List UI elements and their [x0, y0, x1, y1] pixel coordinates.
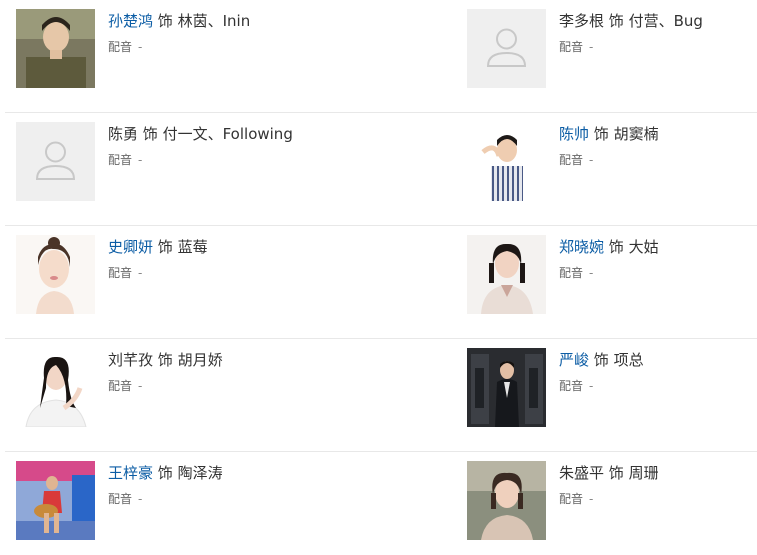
- role-name: 周珊: [628, 464, 659, 482]
- voice-actor-value: -: [589, 153, 594, 167]
- avatar-placeholder-icon: [467, 9, 546, 88]
- role-connector: 饰: [157, 464, 173, 482]
- actor-photo[interactable]: [16, 9, 95, 88]
- actor-role-line: 陈帅 饰 胡窦楠: [559, 124, 659, 144]
- voice-actor-value: -: [138, 379, 143, 393]
- voice-actor-label: 配音: [559, 40, 584, 54]
- voice-actor-line: 配音 -: [108, 265, 142, 281]
- actor-role-line: 孙楚鸿 饰 林茵、Inin: [108, 11, 250, 31]
- actor-name-link[interactable]: 孙楚鸿: [108, 12, 153, 30]
- cast-row: 王梓豪 饰 陶泽涛 配音 - 朱盛平 饰 周珊 配音 -: [0, 452, 757, 555]
- voice-actor-label: 配音: [108, 153, 133, 167]
- role-connector: 饰: [608, 464, 624, 482]
- voice-actor-line: 配音 -: [108, 39, 142, 55]
- role-name: 陶泽涛: [177, 464, 223, 482]
- cast-item: 陈帅 饰 胡窦楠 配音 -: [467, 122, 757, 202]
- actor-name: 李多根: [559, 12, 605, 30]
- voice-actor-line: 配音 -: [559, 378, 593, 394]
- actor-name-link[interactable]: 王梓豪: [108, 464, 153, 482]
- voice-actor-line: 配音 -: [559, 39, 593, 55]
- cast-row: 孙楚鸿 饰 林茵、Inin 配音 - 李多根 饰 付营、Bug 配音 -: [0, 0, 757, 113]
- cast-row: 刘芊孜 饰 胡月娇 配音 - 严峻 饰 项总 配音 -: [0, 339, 757, 452]
- voice-actor-label: 配音: [559, 379, 584, 393]
- role-connector: 饰: [142, 125, 158, 143]
- role-name: 大姑: [628, 238, 659, 256]
- role-name: 项总: [613, 351, 644, 369]
- actor-role-line: 陈勇 饰 付一文、Following: [108, 124, 293, 144]
- voice-actor-label: 配音: [108, 379, 133, 393]
- actor-role-line: 郑晓婉 饰 大姑: [559, 237, 659, 257]
- avatar-placeholder-icon: [16, 122, 95, 201]
- cast-item: 严峻 饰 项总 配音 -: [467, 348, 757, 428]
- voice-actor-value: -: [138, 40, 143, 54]
- actor-name: 陈勇: [108, 125, 139, 143]
- cast-item: 史卿妍 饰 蓝莓 配音 -: [16, 235, 316, 315]
- voice-actor-value: -: [589, 379, 594, 393]
- actor-role-line: 李多根 饰 付营、Bug: [559, 11, 703, 31]
- actor-photo[interactable]: [16, 348, 95, 427]
- actor-role-line: 王梓豪 饰 陶泽涛: [108, 463, 223, 483]
- actor-role-line: 朱盛平 饰 周珊: [559, 463, 659, 483]
- cast-item: 郑晓婉 饰 大姑 配音 -: [467, 235, 757, 315]
- actor-name-link[interactable]: 史卿妍: [108, 238, 153, 256]
- actor-role-line: 严峻 饰 项总: [559, 350, 644, 370]
- cast-item: 王梓豪 饰 陶泽涛 配音 -: [16, 461, 316, 541]
- role-name: 蓝莓: [177, 238, 208, 256]
- role-connector: 饰: [593, 351, 609, 369]
- voice-actor-value: -: [138, 492, 143, 506]
- actor-name: 朱盛平: [559, 464, 605, 482]
- role-connector: 饰: [608, 238, 624, 256]
- role-name: 胡月娇: [177, 351, 223, 369]
- role-connector: 饰: [593, 125, 609, 143]
- voice-actor-line: 配音 -: [559, 491, 593, 507]
- actor-name: 刘芊孜: [108, 351, 154, 369]
- role-connector: 饰: [157, 12, 173, 30]
- actor-name-link[interactable]: 陈帅: [559, 125, 589, 143]
- role-connector: 饰: [608, 12, 624, 30]
- cast-list: 孙楚鸿 饰 林茵、Inin 配音 - 李多根 饰 付营、Bug 配音 - 陈勇 …: [0, 0, 757, 555]
- voice-actor-line: 配音 -: [559, 265, 593, 281]
- cast-item: 陈勇 饰 付一文、Following 配音 -: [16, 122, 316, 202]
- role-name: 付营、Bug: [628, 12, 703, 30]
- voice-actor-value: -: [138, 266, 143, 280]
- cast-item: 孙楚鸿 饰 林茵、Inin 配音 -: [16, 9, 316, 89]
- voice-actor-line: 配音 -: [559, 152, 593, 168]
- voice-actor-value: -: [589, 492, 594, 506]
- actor-photo[interactable]: [16, 235, 95, 314]
- actor-photo[interactable]: [467, 461, 546, 540]
- actor-role-line: 刘芊孜 饰 胡月娇: [108, 350, 223, 370]
- cast-item: 刘芊孜 饰 胡月娇 配音 -: [16, 348, 316, 428]
- actor-name-link[interactable]: 严峻: [559, 351, 589, 369]
- voice-actor-line: 配音 -: [108, 378, 142, 394]
- voice-actor-value: -: [589, 266, 594, 280]
- actor-photo[interactable]: [467, 348, 546, 427]
- actor-photo[interactable]: [16, 461, 95, 540]
- role-name: 付一文、Following: [162, 125, 293, 143]
- cast-row: 史卿妍 饰 蓝莓 配音 - 郑晓婉 饰 大姑 配音 -: [0, 226, 757, 339]
- voice-actor-label: 配音: [108, 40, 133, 54]
- cast-item: 朱盛平 饰 周珊 配音 -: [467, 461, 757, 541]
- voice-actor-label: 配音: [108, 266, 133, 280]
- cast-row: 陈勇 饰 付一文、Following 配音 - 陈帅 饰 胡窦楠 配音 -: [0, 113, 757, 226]
- actor-role-line: 史卿妍 饰 蓝莓: [108, 237, 208, 257]
- voice-actor-line: 配音 -: [108, 152, 142, 168]
- role-connector: 饰: [157, 238, 173, 256]
- role-connector: 饰: [157, 351, 173, 369]
- voice-actor-label: 配音: [559, 266, 584, 280]
- actor-name-link[interactable]: 郑晓婉: [559, 238, 604, 256]
- role-name: 林茵、Inin: [177, 12, 251, 30]
- role-name: 胡窦楠: [613, 125, 659, 143]
- voice-actor-label: 配音: [559, 492, 584, 506]
- voice-actor-label: 配音: [108, 492, 133, 506]
- cast-item: 李多根 饰 付营、Bug 配音 -: [467, 9, 757, 89]
- voice-actor-line: 配音 -: [108, 491, 142, 507]
- voice-actor-value: -: [138, 153, 143, 167]
- voice-actor-value: -: [589, 40, 594, 54]
- actor-photo[interactable]: [467, 235, 546, 314]
- actor-photo[interactable]: [467, 122, 546, 201]
- voice-actor-label: 配音: [559, 153, 584, 167]
